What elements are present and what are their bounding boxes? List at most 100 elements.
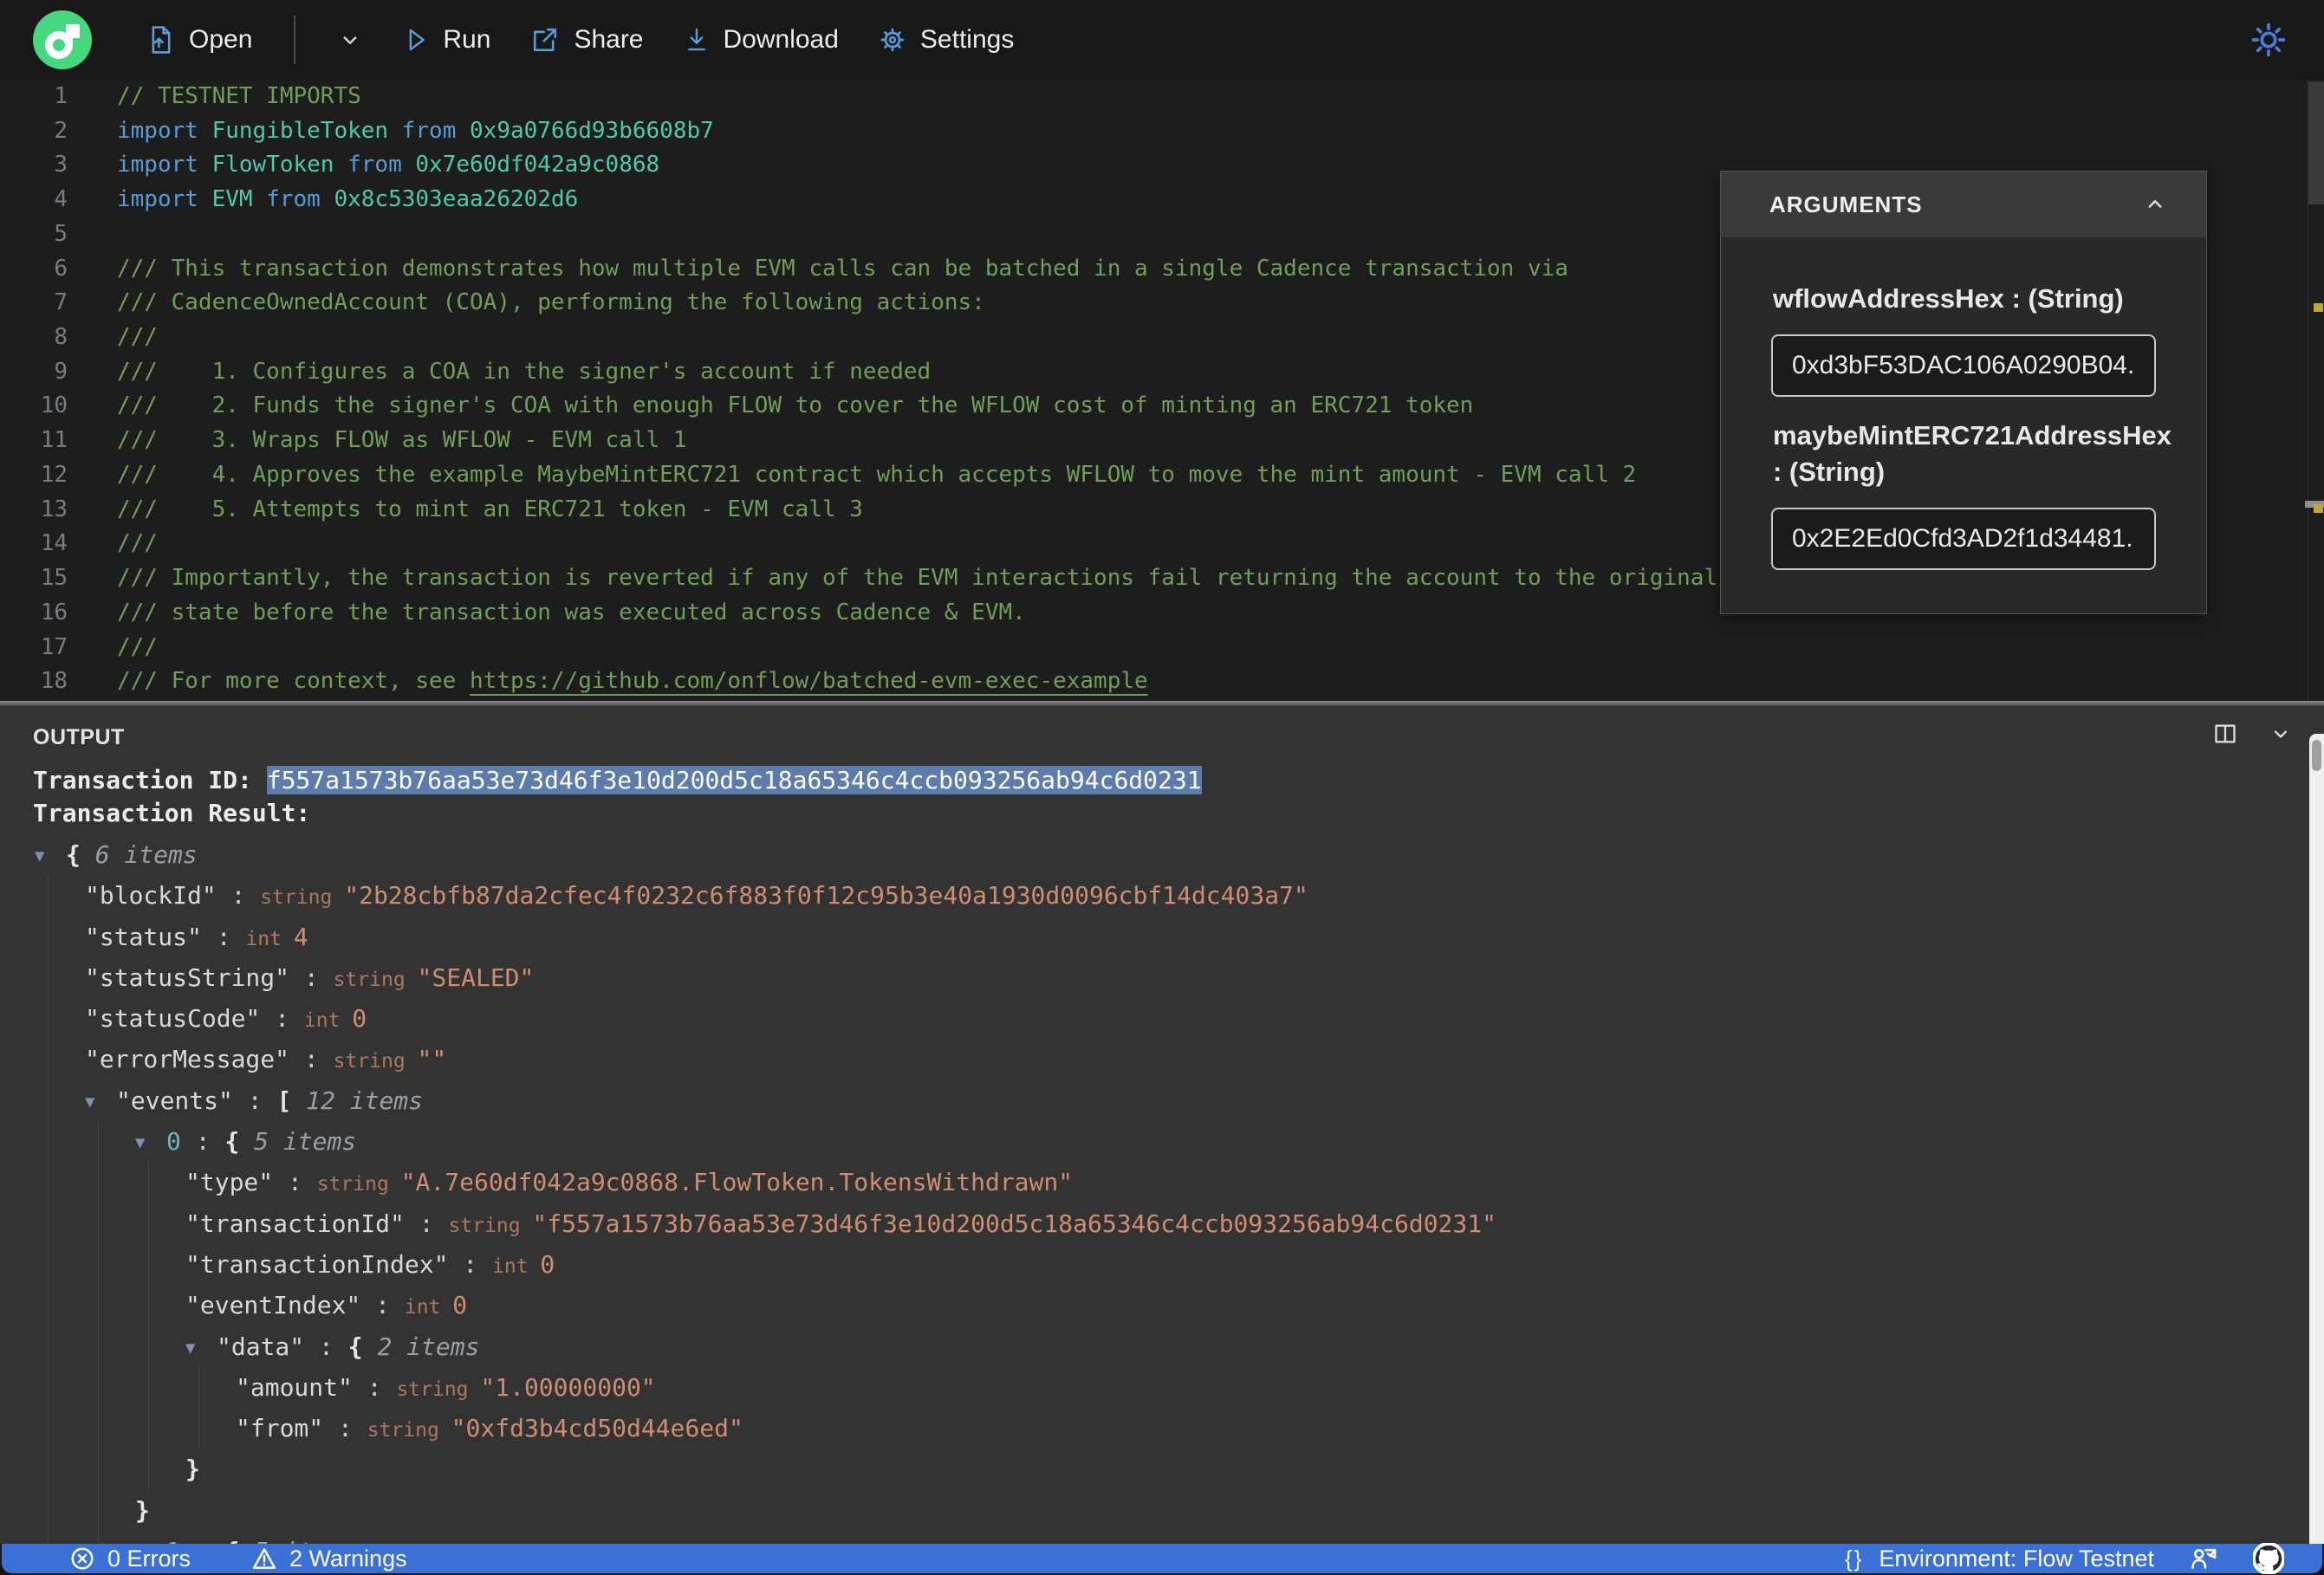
code-link[interactable]: https://github.com/onflow/batched-evm-ex… [470,668,1148,694]
run-button[interactable]: Run [403,25,490,55]
settings-button[interactable]: Settings [879,25,1014,55]
collapse-triangle-icon[interactable]: ▼ [35,836,66,877]
collapse-triangle-icon[interactable]: ▼ [135,1533,166,1544]
indent-guide [98,1121,99,1163]
indent-guide [48,875,49,917]
line-number: 16 [40,599,68,625]
split-editor-icon[interactable] [2213,722,2237,746]
code-editor[interactable]: 1 // TESTNET IMPORTS 2 import FungibleToken… [0,80,2324,701]
arguments-panel: ARGUMENTS wflowAddressHex : (String) may… [1720,171,2207,614]
code-text: /// [117,633,158,660]
indent-guide [48,1162,49,1203]
argument-input-maybemint[interactable] [1771,508,2156,570]
errors-indicator[interactable]: 0 Errors [69,1546,191,1572]
github-icon[interactable] [2253,1543,2284,1574]
arguments-title: ARGUMENTS [1769,191,1923,217]
share-button[interactable]: Share [530,25,644,55]
indent-guide [48,1202,49,1244]
editor-scrollbar-thumb[interactable] [2308,81,2324,204]
warning-triangle-icon [252,1548,276,1569]
output-line: "amount" : string "1.00000000" [0,1366,2307,1409]
indent-guide [48,956,49,999]
indent-guide [48,1079,49,1122]
output-line: ▼ "events" : [ 12 items [0,1079,2307,1123]
warning-mark-1 [2314,303,2323,312]
download-button[interactable]: Download [684,25,839,55]
output-content: Transaction ID: f557a1573b76aa53e73d46f3… [0,763,2307,1544]
indent-guide [98,1489,99,1532]
line-number: 7 [54,289,68,316]
argument-label-wflow: wflowAddressHex : (String) [1773,283,2124,314]
transaction-id-row: Transaction ID: f557a1573b76aa53e73d46f3… [0,763,2307,798]
output-line: "status" : int 4 [0,916,2307,957]
code-line[interactable]: 2 import FungibleToken from 0x9a0766d93b6… [0,114,2324,149]
indent-guide [98,1162,99,1203]
code-line[interactable]: 18 /// For more context, see https://gith… [0,664,2324,699]
indent-guide [98,1408,99,1449]
warnings-indicator[interactable]: 2 Warnings [251,1546,407,1572]
code-text: /// This transaction demonstrates how mu… [117,255,1568,282]
output-line: } [0,1449,2307,1490]
code-text: /// [117,530,158,557]
app-window: Open Run Share Download Settings 1 // TE… [0,0,2324,1575]
argument-input-wflow[interactable] [1771,334,2156,397]
output-line: ▼ 0 : { 5 items [0,1121,2307,1163]
feedback-person-icon[interactable] [2189,1545,2218,1572]
indent-guide [48,1243,49,1286]
output-scrollbar[interactable] [2309,734,2324,1544]
code-text: /// [117,324,158,351]
collapse-triangle-icon[interactable]: ▼ [185,1328,217,1369]
line-number: 10 [40,392,68,419]
open-button[interactable]: Open [147,25,252,55]
indent-guide [48,1039,49,1080]
indent-guide [48,1325,49,1367]
warning-mark-2 [2314,504,2323,513]
indent-guide [48,916,49,957]
collapse-triangle-icon[interactable]: ▼ [85,1082,116,1123]
line-number: 13 [40,496,68,522]
output-line: ▼ "data" : { 2 items [0,1325,2307,1369]
status-bar: 0 Errors 2 Warnings {} Environment: Flow… [2,1543,2322,1574]
editor-overview-ruler[interactable] [2305,80,2324,701]
transaction-id-value[interactable]: f557a1573b76aa53e73d46f3e10d200d5c18a653… [266,766,1202,794]
code-text: /// 4. Approves the example MaybeMintERC… [117,461,1637,488]
code-text: import EVM from 0x8c5303eaa26202d6 [117,186,579,213]
indent-guide [48,998,49,1040]
output-line: "eventIndex" : int 0 [0,1285,2307,1326]
line-number: 17 [40,633,68,660]
theme-toggle-sun-icon[interactable] [2249,21,2288,59]
line-number: 11 [40,427,68,454]
output-line: "type" : string "A.7e60df042a9c0868.Flow… [0,1162,2307,1203]
indent-guide [48,1121,49,1163]
line-number: 4 [54,186,68,213]
code-text: /// 3. Wraps FLOW as WFLOW - EVM call 1 [117,427,687,454]
download-label: Download [723,25,839,54]
transaction-result-label: Transaction Result: [33,799,311,827]
collapse-chevron-up-icon[interactable] [2142,191,2168,217]
collapse-output-chevron-icon[interactable] [2269,722,2293,746]
code-line[interactable]: 17 /// [0,631,2324,665]
errors-count: 0 Errors [107,1545,192,1572]
open-dropdown-chevron-icon[interactable] [337,27,363,53]
environment-label: Environment: Flow Testnet [1879,1545,2154,1572]
line-number: 5 [54,220,68,247]
download-icon [687,28,705,51]
line-number: 18 [40,668,68,695]
code-line[interactable]: 1 // TESTNET IMPORTS [0,80,2324,114]
line-number: 1 [54,83,68,109]
output-line: "statusString" : string "SEALED" [0,956,2307,999]
line-number: 2 [54,117,68,144]
code-text: /// state before the transaction was exe… [117,599,1026,625]
warnings-count: 2 Warnings [289,1545,407,1572]
output-line: "statusCode" : int 0 [0,998,2307,1040]
open-file-icon [152,26,171,54]
arguments-panel-header[interactable]: ARGUMENTS [1721,172,2206,237]
collapse-triangle-icon[interactable]: ▼ [135,1123,166,1163]
code-text: import FlowToken from 0x7e60df042a9c0868 [117,152,660,178]
indent-guide [48,1489,49,1532]
environment-indicator[interactable]: {} Environment: Flow Testnet [1845,1546,2154,1572]
indent-guide [148,1408,149,1449]
output-scrollbar-thumb[interactable] [2312,740,2321,771]
output-line: "errorMessage" : string "" [0,1039,2307,1080]
indent-guide [198,1408,199,1449]
